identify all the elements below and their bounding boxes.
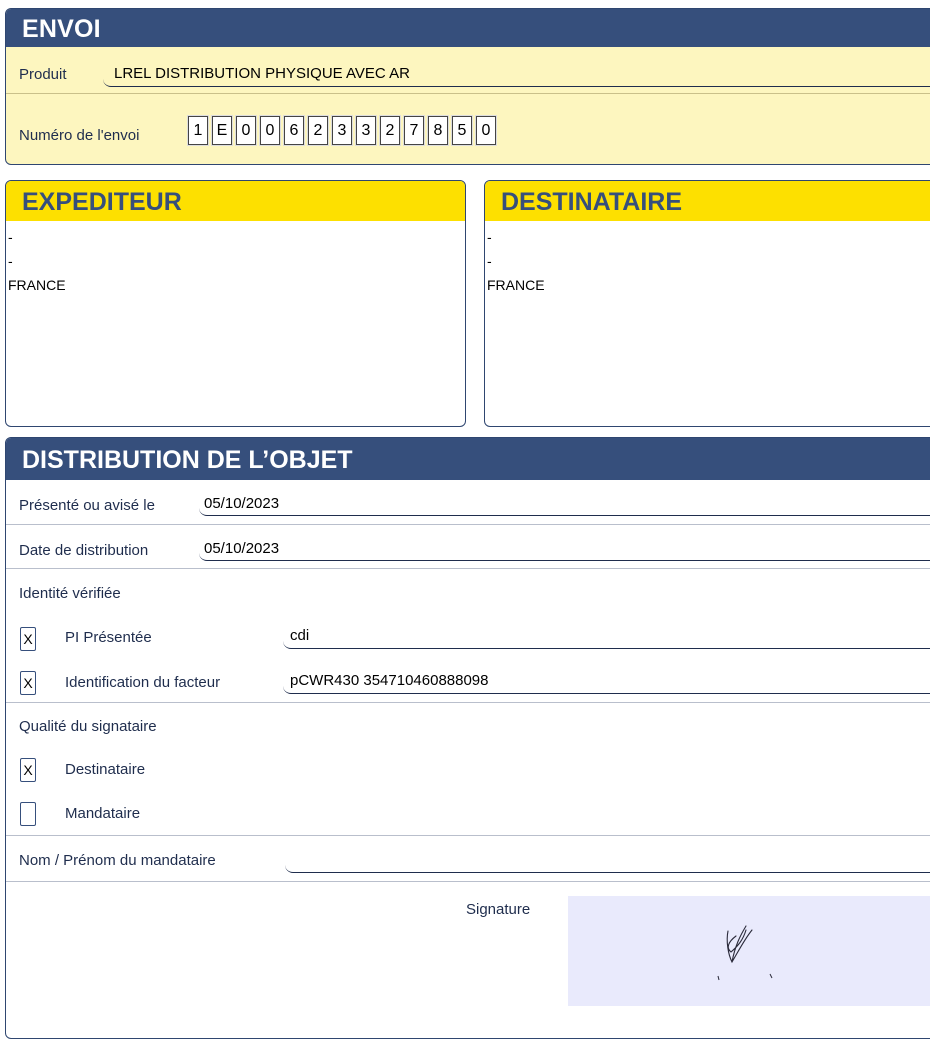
date-underline — [199, 540, 930, 561]
expediteur-title: EXPEDITEUR — [6, 181, 465, 221]
date-distribution-label: Date de distribution — [19, 542, 149, 559]
facteur-checkbox[interactable]: X — [20, 671, 36, 695]
separator — [6, 524, 930, 525]
signature-area — [568, 896, 930, 1006]
nom-underline — [285, 850, 930, 873]
expediteur-line-3: FRANCE — [8, 277, 66, 293]
pi-value: cdi — [290, 627, 310, 644]
pi-underline — [283, 626, 930, 649]
destinataire-box: DESTINATAIRE - - FRANCE — [484, 180, 930, 427]
mandataire-label: Mandataire — [65, 805, 141, 822]
numero-envoi-digits: 1E00623327850 — [188, 116, 500, 145]
presente-underline — [199, 495, 930, 516]
distribution-section: DISTRIBUTION DE L’OBJET Présenté ou avis… — [5, 437, 930, 1039]
numero-digit: 0 — [476, 116, 496, 145]
qualite-label: Qualité du signataire — [19, 718, 157, 735]
presente-value: 05/10/2023 — [204, 495, 280, 512]
produit-label: Produit — [19, 66, 67, 83]
numero-digit: 3 — [356, 116, 376, 145]
envoi-title: ENVOI — [6, 9, 930, 47]
identite-label: Identité vérifiée — [19, 585, 121, 602]
date-distribution-value: 05/10/2023 — [204, 540, 280, 557]
nom-mandataire-label: Nom / Prénom du mandataire — [19, 852, 216, 869]
expediteur-box: EXPEDITEUR - - FRANCE — [5, 180, 466, 427]
produit-row: Produit LREL DISTRIBUTION PHYSIQUE AVEC … — [6, 47, 930, 94]
numero-digit: 6 — [284, 116, 304, 145]
numero-digit: 0 — [260, 116, 280, 145]
numero-digit: 1 — [188, 116, 208, 145]
separator — [6, 568, 930, 569]
numero-label: Numéro de l'envoi — [19, 127, 140, 144]
numero-digit: 3 — [332, 116, 352, 145]
separator — [6, 835, 930, 836]
destinataire-line-3: FRANCE — [487, 277, 545, 293]
destinataire-label: Destinataire — [65, 761, 146, 778]
facteur-label: Identification du facteur — [65, 674, 221, 691]
numero-digit: 5 — [452, 116, 472, 145]
produit-value: LREL DISTRIBUTION PHYSIQUE AVEC AR — [114, 65, 410, 82]
numero-digit: 8 — [428, 116, 448, 145]
numero-digit: E — [212, 116, 232, 145]
numero-digit: 2 — [308, 116, 328, 145]
signature-label: Signature — [466, 901, 531, 918]
pi-checkbox[interactable]: X — [20, 627, 36, 651]
destinataire-line-2: - — [487, 253, 492, 269]
separator — [6, 702, 930, 703]
presente-label: Présenté ou avisé le — [19, 497, 155, 514]
expediteur-line-1: - — [8, 229, 13, 245]
numero-digit: 2 — [380, 116, 400, 145]
signature-scribble — [717, 925, 773, 981]
expediteur-line-2: - — [8, 253, 13, 269]
numero-digit: 7 — [404, 116, 424, 145]
separator — [6, 881, 930, 882]
pi-label: PI Présentée — [65, 629, 152, 646]
destinataire-title: DESTINATAIRE — [485, 181, 930, 221]
mandataire-checkbox[interactable] — [20, 802, 36, 826]
destinataire-line-1: - — [487, 229, 492, 245]
destinataire-checkbox[interactable]: X — [20, 758, 36, 782]
numero-digit: 0 — [236, 116, 256, 145]
distribution-title: DISTRIBUTION DE L’OBJET — [6, 438, 930, 480]
facteur-value: pCWR430 354710460888098 — [290, 672, 489, 689]
